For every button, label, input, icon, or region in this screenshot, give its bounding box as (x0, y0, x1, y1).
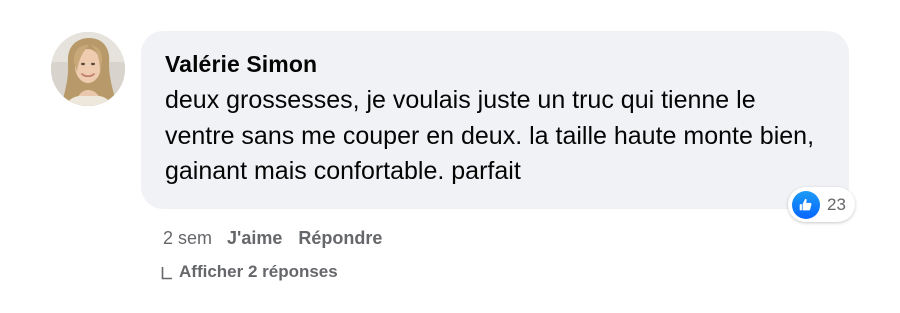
thumbs-up-icon (792, 190, 820, 219)
like-button[interactable]: J'aime (227, 228, 282, 249)
comment-text: deux grossesses, je voulais juste un tru… (165, 86, 815, 185)
avatar-photo (51, 32, 125, 106)
avatar[interactable] (51, 32, 125, 106)
comment-actions: 2 sem J'aime Répondre (163, 226, 398, 250)
comment-author[interactable]: Valérie Simon (165, 50, 825, 78)
comment-bubble: Valérie Simon deux grossesses, je voulai… (141, 31, 849, 209)
comment: Valérie Simon deux grossesses, je voulai… (0, 0, 900, 313)
reactions-badge[interactable]: 23 (788, 187, 855, 222)
reaction-count: 23 (827, 194, 846, 214)
reply-corner-icon (161, 266, 173, 280)
comment-timestamp[interactable]: 2 sem (163, 228, 212, 249)
show-replies-link[interactable]: Afficher 2 réponses (161, 261, 338, 283)
show-replies-label: Afficher 2 réponses (179, 262, 338, 281)
reply-button[interactable]: Répondre (298, 228, 382, 249)
